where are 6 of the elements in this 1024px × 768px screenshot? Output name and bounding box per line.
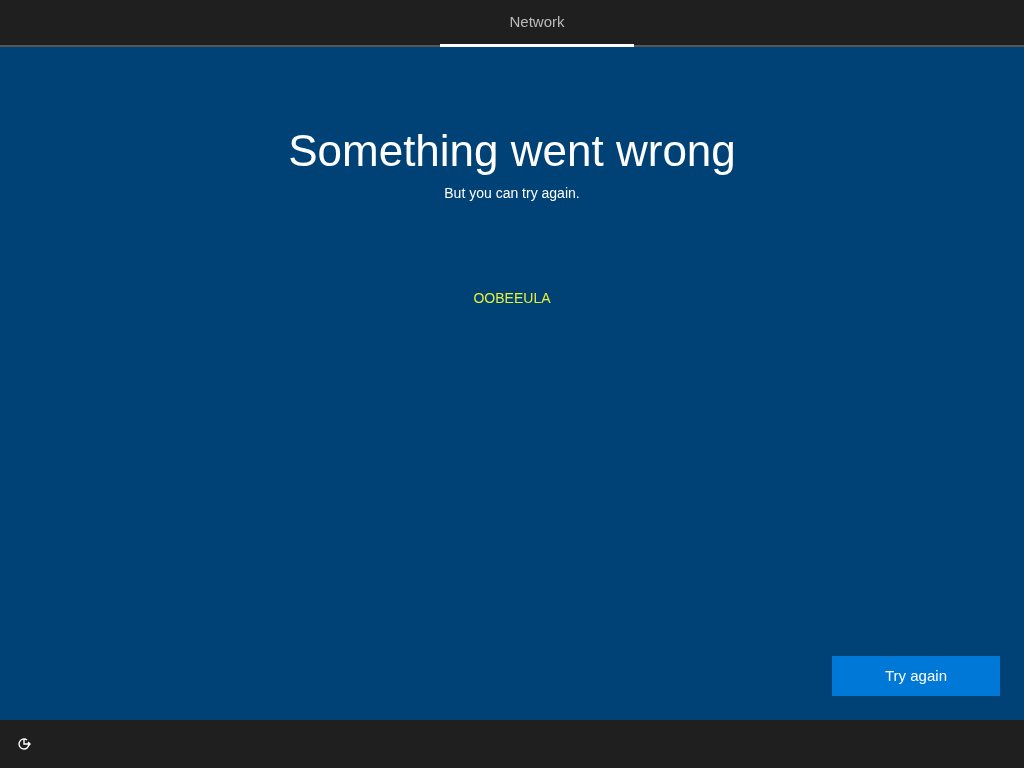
error-code: OOBEEULA [473,290,551,307]
page-title: Something went wrong [288,126,736,175]
subtitle: But you can try again. [444,185,580,202]
try-again-button[interactable]: Try again [832,656,1000,696]
tab[interactable]: Network [440,0,634,47]
accessibility-icon[interactable] [16,736,32,752]
